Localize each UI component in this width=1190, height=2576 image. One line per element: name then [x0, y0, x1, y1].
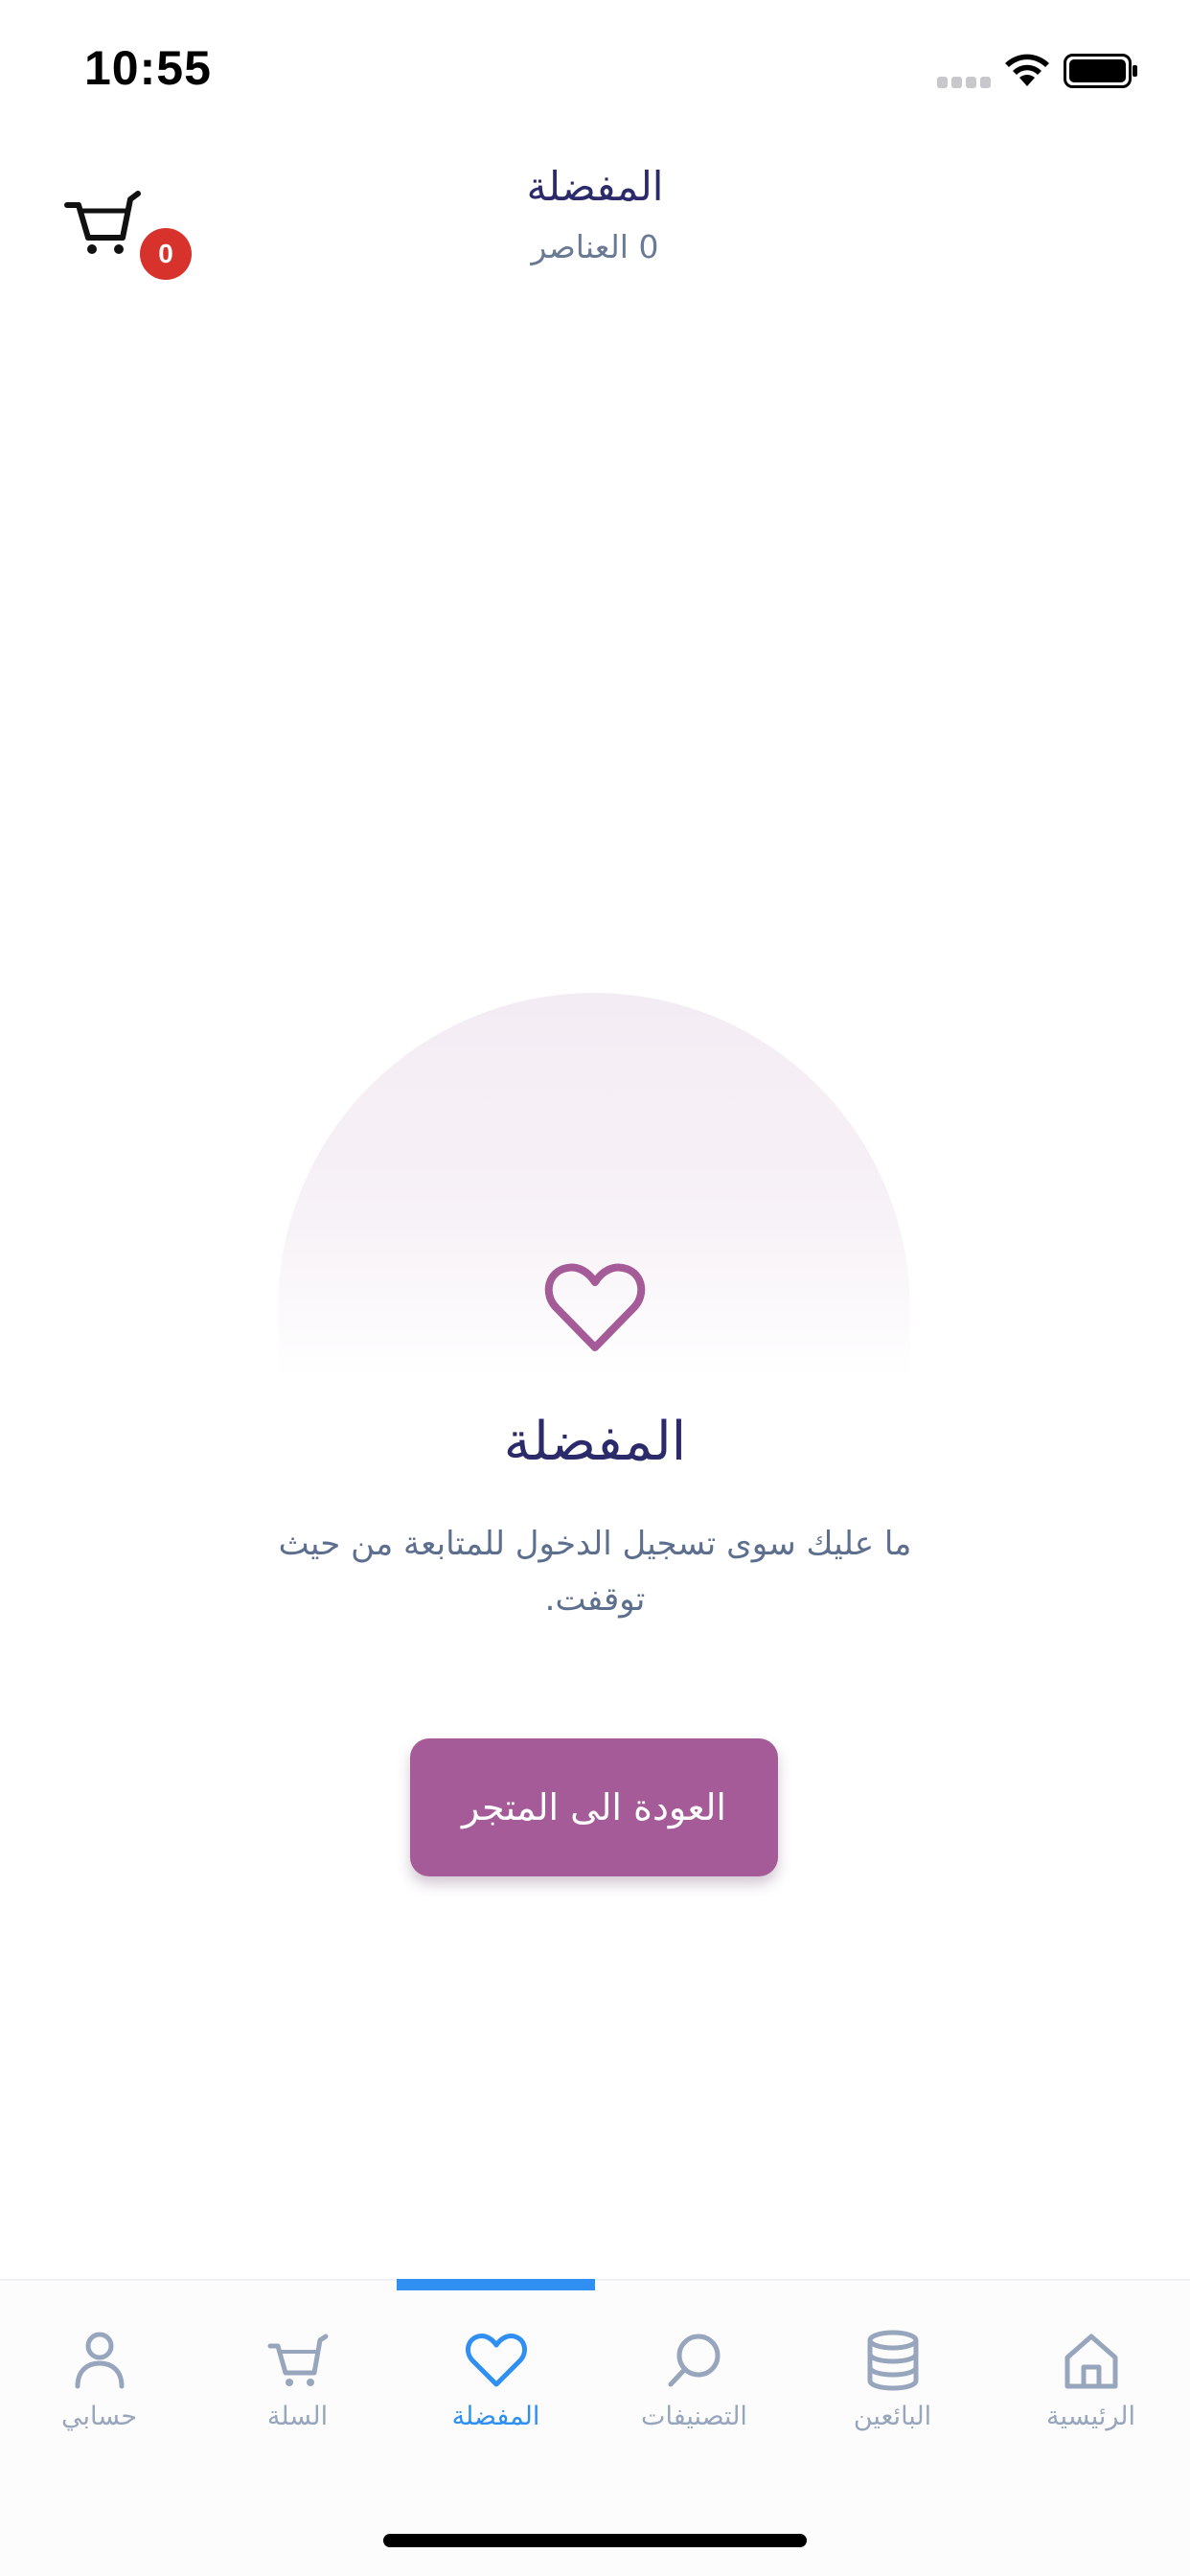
page-title: المفضلة: [526, 163, 664, 210]
active-tab-indicator: [397, 2279, 595, 2290]
tab-categories[interactable]: التصنيفات: [595, 2319, 793, 2453]
empty-state-description: ما عليك سوى تسجيل الدخول للمتابعة من حيث…: [278, 1525, 912, 1619]
tab-categories-label: التصنيفات: [641, 2402, 747, 2431]
items-count-line: 0 العناصر: [0, 228, 1190, 265]
user-icon: [75, 2332, 124, 2389]
tab-home-label: الرئيسية: [1046, 2402, 1135, 2431]
tab-cart-label: السلة: [266, 2402, 329, 2431]
database-icon: [867, 2330, 918, 2391]
status-bar: 10:55: [0, 0, 1190, 134]
tab-favorites-label: المفضلة: [451, 2402, 540, 2431]
items-label: العناصر: [531, 228, 629, 265]
tab-cart[interactable]: السلة: [198, 2319, 397, 2453]
tab-vendors[interactable]: البائعين: [793, 2319, 992, 2453]
header: 0 المفضلة 0 العناصر: [0, 144, 1190, 288]
cellular-signal-icon: [937, 77, 991, 88]
home-icon: [1064, 2334, 1117, 2389]
tab-home[interactable]: الرئيسية: [992, 2319, 1190, 2453]
cart-icon: [267, 2334, 328, 2386]
back-to-store-button[interactable]: العودة الى المتجر: [410, 1738, 778, 1876]
items-count: 0: [638, 228, 659, 265]
tab-account[interactable]: حسابي: [0, 2319, 198, 2453]
status-time: 10:55: [84, 41, 212, 95]
tab-vendors-label: البائعين: [853, 2402, 932, 2431]
heart-icon: [465, 2334, 527, 2387]
battery-icon: [1064, 54, 1137, 88]
search-icon: [668, 2334, 720, 2387]
wifi-icon: [1005, 54, 1049, 86]
home-indicator[interactable]: [383, 2534, 807, 2547]
screen: 10:55 0 المفضلة 0 العناصر المفضلة ما علي…: [0, 0, 1190, 2576]
tab-account-label: حسابي: [60, 2402, 138, 2431]
heart-icon: [544, 1263, 646, 1351]
tab-favorites[interactable]: المفضلة: [397, 2319, 595, 2453]
empty-state-title: المفضلة: [503, 1411, 687, 1473]
